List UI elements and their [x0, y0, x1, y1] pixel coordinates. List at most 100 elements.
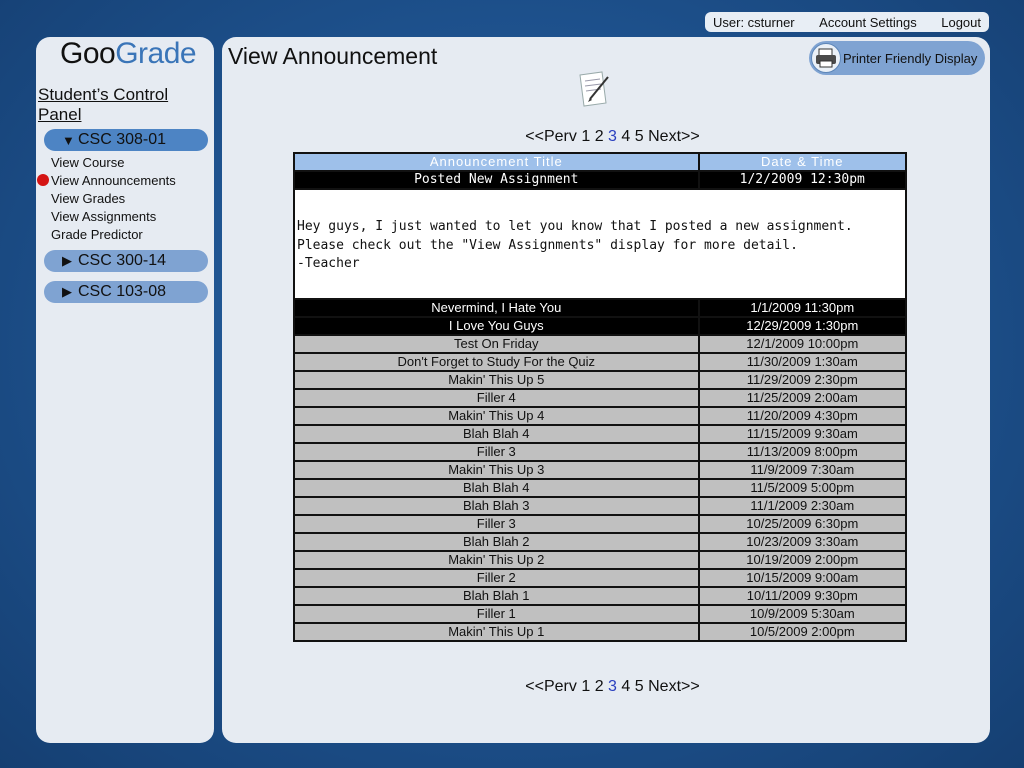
col-header-date: Date & Time	[697, 152, 908, 172]
course-csc-308-01[interactable]: ▼ CSC 308-01	[44, 129, 208, 151]
row-date: 11/20/2009 4:30pm	[697, 405, 908, 426]
announcement-note-icon	[576, 69, 612, 109]
account-settings-link[interactable]: Account Settings	[819, 15, 917, 30]
table-row[interactable]: Makin' This Up 5 11/29/2009 2:30pm	[293, 369, 908, 390]
chevron-down-icon: ▼	[62, 132, 75, 148]
row-date: 11/30/2009 1:30am	[697, 351, 908, 372]
printer-friendly-button[interactable]: Printer Friendly Display	[809, 41, 985, 75]
row-title: Makin' This Up 4	[293, 405, 700, 426]
page-link-5[interactable]: 5	[635, 128, 644, 145]
page-title: View Announcement	[228, 43, 438, 69]
link-view-course[interactable]: View Course	[51, 155, 176, 173]
table-row[interactable]: Filler 3 10/25/2009 6:30pm	[293, 513, 908, 534]
page-link-1[interactable]: 1	[581, 678, 590, 695]
pagination-bottom: <<Perv 1 2 3 4 5 Next>>	[515, 678, 710, 696]
link-view-grades[interactable]: View Grades	[51, 191, 176, 209]
announcement-list: Nevermind, I Hate You 1/1/2009 11:30pm I L…	[293, 297, 908, 642]
table-row[interactable]: Nevermind, I Hate You 1/1/2009 11:30pm	[293, 297, 908, 318]
page-link-3-current[interactable]: 3	[608, 128, 617, 145]
row-title: Blah Blah 3	[293, 495, 700, 516]
page-link-3-current[interactable]: 3	[608, 678, 617, 695]
table-row[interactable]: Filler 3 11/13/2009 8:00pm	[293, 441, 908, 462]
printer-friendly-label: Printer Friendly Display	[843, 50, 978, 66]
course-label: CSC 308-01	[78, 131, 167, 148]
page-link-4[interactable]: 4	[621, 678, 630, 695]
row-date: 12/29/2009 1:30pm	[697, 315, 908, 336]
course-links: View Course View Announcements View Grad…	[51, 155, 176, 245]
chevron-right-icon: ▶	[62, 253, 72, 268]
row-title: Filler 2	[293, 567, 700, 588]
table-row[interactable]: Makin' This Up 1 10/5/2009 2:00pm	[293, 621, 908, 642]
row-title: Nevermind, I Hate You	[293, 297, 700, 318]
next-link[interactable]: Next>>	[648, 678, 700, 695]
page-link-4[interactable]: 4	[621, 128, 630, 145]
row-date: 10/23/2009 3:30am	[697, 531, 908, 552]
table-row[interactable]: Blah Blah 1 10/11/2009 9:30pm	[293, 585, 908, 606]
table-header-row: Announcement Title Date & Time	[293, 152, 908, 172]
printer-icon	[811, 43, 841, 73]
course-label: CSC 300-14	[78, 252, 167, 269]
logo-part-grade: Grade	[115, 37, 197, 70]
course-csc-103-08[interactable]: ▶ CSC 103-08	[44, 281, 208, 303]
table-row[interactable]: Blah Blah 3 11/1/2009 2:30am	[293, 495, 908, 516]
row-title: Test On Friday	[293, 333, 700, 354]
table-row[interactable]: Test On Friday 12/1/2009 10:00pm	[293, 333, 908, 354]
current-page-indicator-icon	[37, 174, 49, 186]
table-row[interactable]: Don't Forget to Study For the Quiz 11/30/…	[293, 351, 908, 372]
chevron-right-icon: ▶	[62, 284, 72, 299]
row-date: 11/29/2009 2:30pm	[697, 369, 908, 390]
link-view-assignments[interactable]: View Assignments	[51, 209, 176, 227]
row-date: 12/1/2009 10:00pm	[697, 333, 908, 354]
page-link-5[interactable]: 5	[635, 678, 644, 695]
logout-link[interactable]: Logout	[941, 15, 981, 30]
sidebar: GooGrade Student’s Control Panel ▼ CSC 3…	[36, 37, 214, 743]
row-date: 10/5/2009 2:00pm	[697, 621, 908, 642]
row-date: 10/19/2009 2:00pm	[697, 549, 908, 570]
table-row[interactable]: Filler 2 10/15/2009 9:00am	[293, 567, 908, 588]
row-title: Filler 4	[293, 387, 700, 408]
announcements-table: Announcement Title Date & Time Posted Ne…	[293, 152, 908, 642]
row-title: Blah Blah 1	[293, 585, 700, 606]
row-date: 10/9/2009 5:30am	[697, 603, 908, 624]
row-title: Makin' This Up 1	[293, 621, 700, 642]
row-title: I Love You Guys	[293, 315, 700, 336]
row-date: 1/1/2009 11:30pm	[697, 297, 908, 318]
logo-part-goo: Goo	[60, 37, 116, 70]
row-title: Blah Blah 4	[293, 477, 700, 498]
page-link-1[interactable]: 1	[581, 128, 590, 145]
row-title: Makin' This Up 3	[293, 459, 700, 480]
row-date: 10/25/2009 6:30pm	[697, 513, 908, 534]
row-title: Filler 3	[293, 441, 700, 462]
row-date: 10/15/2009 9:00am	[697, 567, 908, 588]
row-date: 11/5/2009 5:00pm	[697, 477, 908, 498]
row-date: 11/13/2009 8:00pm	[697, 441, 908, 462]
announcement-body-row: Hey guys, I just wanted to let you know …	[293, 188, 907, 300]
link-view-announcements[interactable]: View Announcements	[51, 173, 176, 191]
table-row[interactable]: Filler 1 10/9/2009 5:30am	[293, 603, 908, 624]
course-csc-300-14[interactable]: ▶ CSC 300-14	[44, 250, 208, 272]
prev-link[interactable]: <<Perv	[525, 678, 577, 695]
row-date: 11/1/2009 2:30am	[697, 495, 908, 516]
row-date: 11/9/2009 7:30am	[697, 459, 908, 480]
row-title: Don't Forget to Study For the Quiz	[293, 351, 700, 372]
table-row[interactable]: Makin' This Up 3 11/9/2009 7:30am	[293, 459, 908, 480]
table-row[interactable]: Blah Blah 4 11/5/2009 5:00pm	[293, 477, 908, 498]
page-link-2[interactable]: 2	[595, 678, 604, 695]
row-title: Filler 3	[293, 513, 700, 534]
table-row[interactable]: Filler 4 11/25/2009 2:00am	[293, 387, 908, 408]
row-title: Filler 1	[293, 603, 700, 624]
page-link-2[interactable]: 2	[595, 128, 604, 145]
next-link[interactable]: Next>>	[648, 128, 700, 145]
table-row[interactable]: Blah Blah 2 10/23/2009 3:30am	[293, 531, 908, 552]
table-row[interactable]: I Love You Guys 12/29/2009 1:30pm	[293, 315, 908, 336]
table-row[interactable]: Blah Blah 4 11/15/2009 9:30am	[293, 423, 908, 444]
col-header-title: Announcement Title	[293, 152, 700, 172]
goograde-logo: GooGrade	[60, 37, 197, 71]
user-bar: User: csturner Account Settings Logout	[705, 12, 989, 32]
link-grade-predictor[interactable]: Grade Predictor	[51, 227, 176, 245]
selected-announcement-row[interactable]: Posted New Assignment 1/2/2009 12:30pm	[293, 170, 908, 190]
table-row[interactable]: Makin' This Up 4 11/20/2009 4:30pm	[293, 405, 908, 426]
prev-link[interactable]: <<Perv	[525, 128, 577, 145]
announcement-body: Hey guys, I just wanted to let you know …	[293, 188, 907, 300]
table-row[interactable]: Makin' This Up 2 10/19/2009 2:00pm	[293, 549, 908, 570]
